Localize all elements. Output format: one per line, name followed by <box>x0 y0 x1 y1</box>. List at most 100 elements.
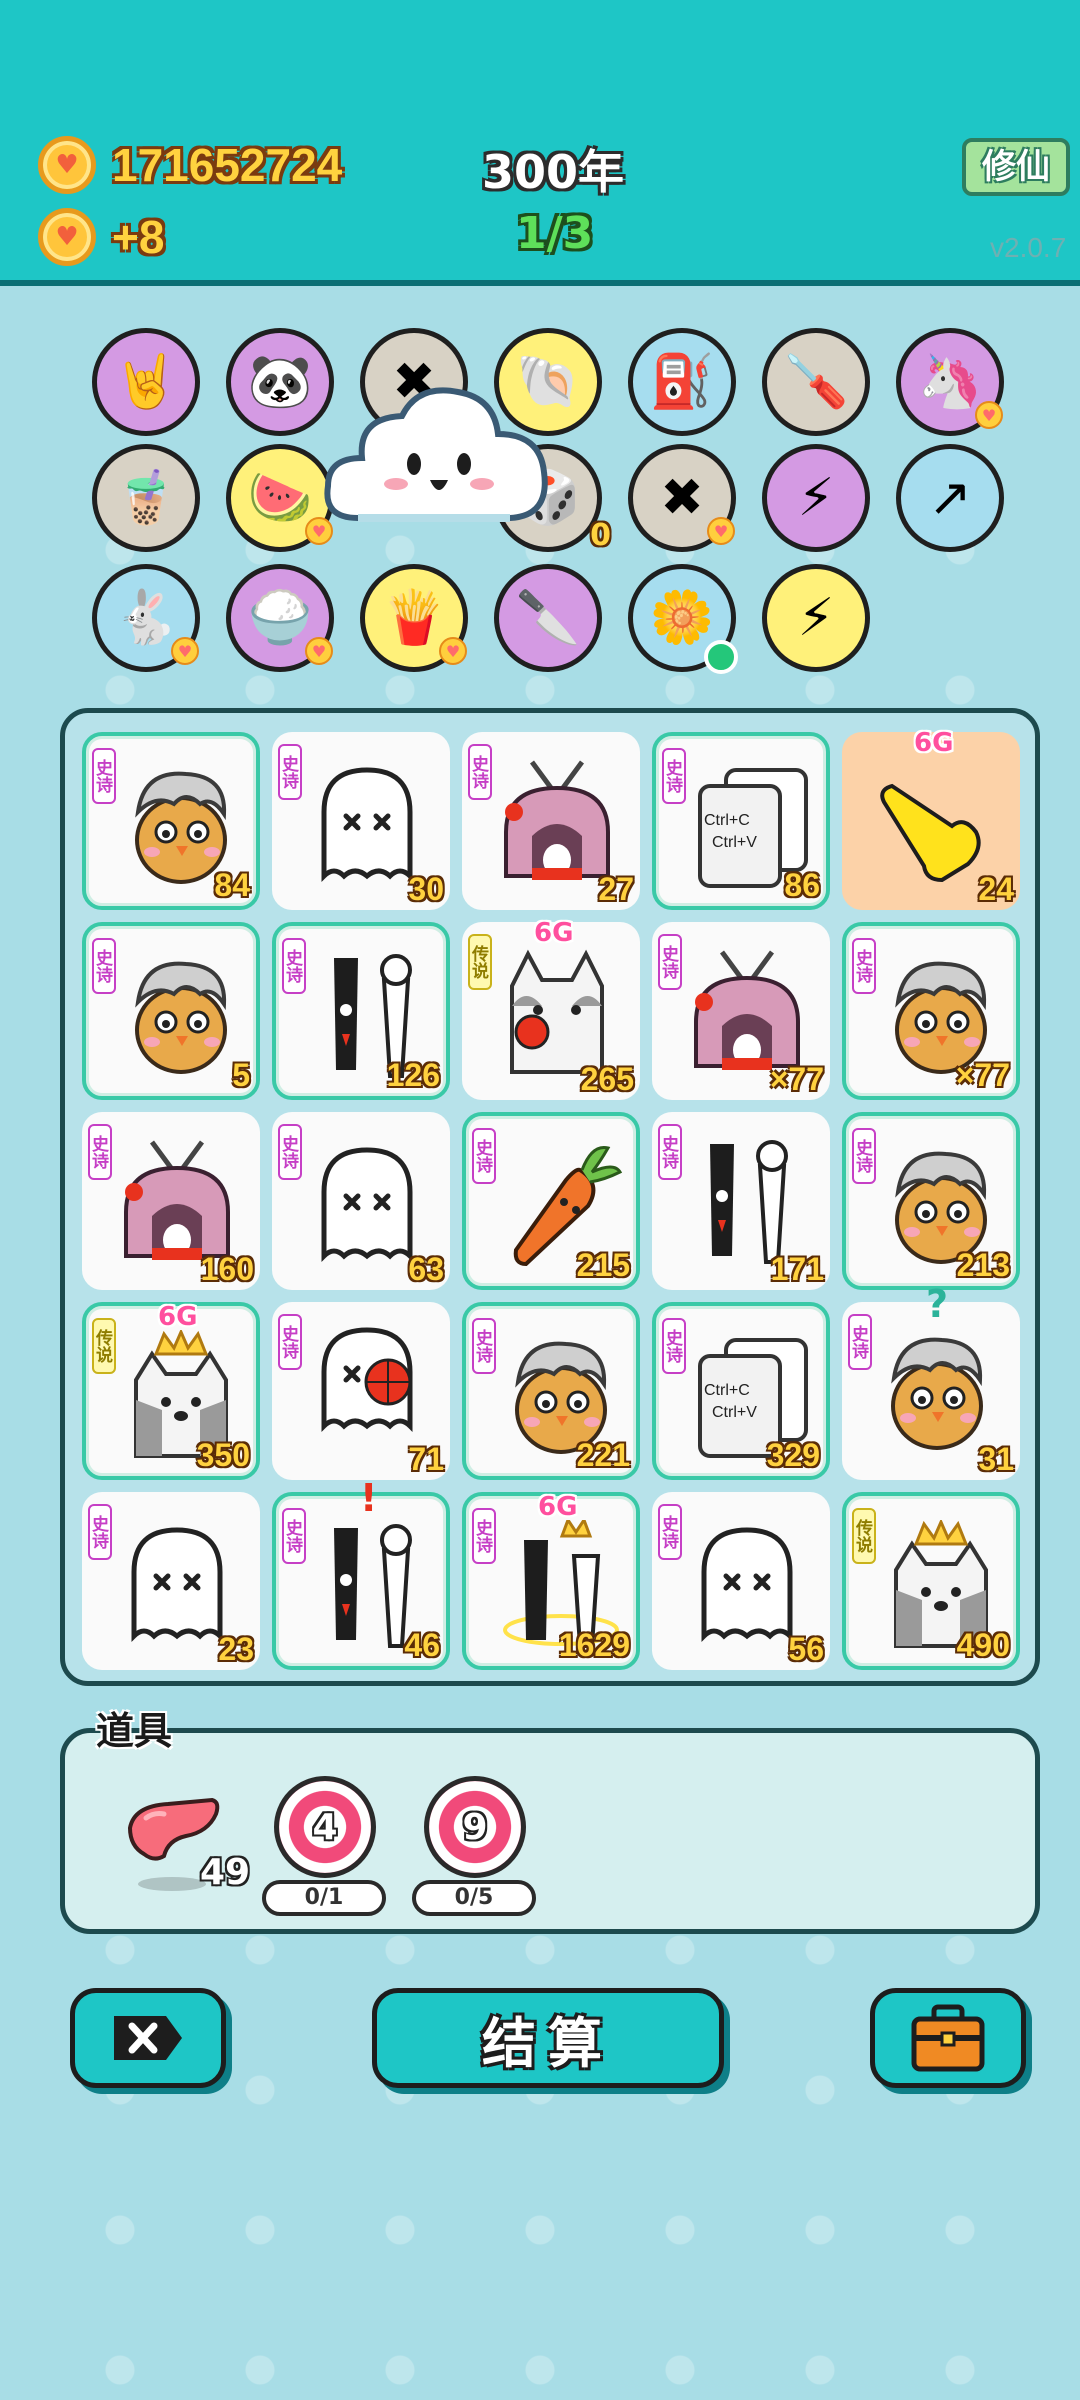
orb-lightning[interactable]: ⚡ <box>762 564 870 672</box>
rarity-badge: 史诗 <box>92 748 116 804</box>
item-card-ghost-pair[interactable]: 史诗 126 <box>272 922 450 1100</box>
rarity-badge: 史诗 <box>658 1504 682 1560</box>
rarity-badge: 史诗 <box>88 1504 112 1560</box>
heart-coin-icon: ♥ <box>38 136 96 194</box>
rice-bowl-icon: 🍚 <box>247 588 313 648</box>
fries-icon: 🍟 <box>381 588 447 648</box>
orb-screwdriver[interactable]: 🪛 <box>762 328 870 436</box>
target-progress-2: 0/5 <box>412 1880 536 1916</box>
item-card-ghost-ball[interactable]: 史诗 71 <box>272 1302 450 1480</box>
copy-paste-label: Ctrl+C Ctrl+V <box>704 1380 794 1424</box>
rarity-badge: 史诗 <box>852 938 876 994</box>
target-prop-2[interactable]: 9 <box>424 1776 526 1878</box>
orb-cleaver[interactable]: 🔪 <box>494 564 602 672</box>
remove-button[interactable] <box>70 1988 226 2088</box>
cultivate-button[interactable]: 修仙 <box>962 138 1070 196</box>
ghost-icon <box>321 1147 413 1263</box>
orb-pump[interactable]: ⛽ <box>628 328 736 436</box>
target-number: 9 <box>462 1806 488 1848</box>
item-card-copy-paste[interactable]: Ctrl+C Ctrl+V 史诗 86 <box>652 732 830 910</box>
item-card-bird[interactable]: 史诗 84 <box>82 732 260 910</box>
item-card-bird[interactable]: 史诗? 31 <box>842 1282 1020 1480</box>
rarity-badge: 史诗 <box>472 1128 496 1184</box>
item-count: 160 <box>200 1251 254 1287</box>
coin-counter: ♥ 171652724 <box>38 136 342 194</box>
orb-count: 0 <box>590 518 611 553</box>
year-counter: 300年 <box>482 145 625 199</box>
paste-label: Ctrl+V <box>712 834 757 851</box>
item-card-bird[interactable]: 史诗 221 <box>462 1302 640 1480</box>
item-card-ghost[interactable]: 史诗 56 <box>652 1492 830 1670</box>
item-card-bird[interactable]: 史诗 5 <box>82 922 260 1100</box>
item-count: 86 <box>784 867 820 903</box>
rarity-badge: 史诗 <box>468 744 492 800</box>
copy-paste-label: Ctrl+C Ctrl+V <box>704 810 794 854</box>
question-mark: ? <box>926 1282 949 1326</box>
item-card-husky-crown[interactable]: 传说 6G 350 <box>82 1302 260 1480</box>
rock-hand-icon: 🤘 <box>113 352 179 412</box>
tag-6g: 6G <box>158 1302 198 1332</box>
item-count: ×77 <box>955 1057 1010 1093</box>
rarity-badge: 史诗 <box>88 1124 112 1180</box>
coin-gain: +8 <box>112 211 165 263</box>
orb-bubble-tea[interactable]: 🧋 <box>92 444 200 552</box>
bubble-tea-icon: 🧋 <box>113 468 179 528</box>
item-card-bird[interactable]: 史诗 213 <box>842 1112 1020 1290</box>
rabbit-icon: 🐇 <box>113 588 179 648</box>
item-card-rabbit-house[interactable]: 史诗 27 <box>462 732 640 910</box>
ghost-icon <box>701 1527 793 1643</box>
target-prop-1[interactable]: 4 <box>274 1776 376 1878</box>
coin-total: 171652724 <box>112 139 343 191</box>
item-card-copy-paste[interactable]: Ctrl+C Ctrl+V 史诗 329 <box>652 1302 830 1480</box>
target-number: 4 <box>312 1806 338 1848</box>
close-tag-icon <box>114 2016 182 2060</box>
arrow-card-icon: ↗ <box>928 468 972 528</box>
heart-badge-icon: ♥ <box>171 637 199 665</box>
orb-rice-bowl[interactable]: 🍚 ♥ <box>226 564 334 672</box>
heart-badge-icon: ♥ <box>707 517 735 545</box>
item-card-husky-crown[interactable]: 传说 490 <box>842 1492 1020 1670</box>
pump-icon: ⛽ <box>649 352 715 412</box>
item-count: 329 <box>766 1437 820 1473</box>
item-card-ghost-pair-crown[interactable]: 史诗 6G 1629 <box>462 1492 640 1670</box>
item-card-bird[interactable]: 史诗 ×77 <box>842 922 1020 1100</box>
orb-rabbit[interactable]: 🐇 ♥ <box>92 564 200 672</box>
item-card-ghost[interactable]: 史诗 23 <box>82 1492 260 1670</box>
pointing-hand-icon <box>880 783 981 883</box>
rarity-badge: 史诗 <box>662 748 686 804</box>
item-count: 350 <box>196 1437 250 1473</box>
item-card-carrot[interactable]: 史诗 215 <box>462 1112 640 1290</box>
orb-close-tag[interactable]: ✖ ♥ <box>628 444 736 552</box>
settle-button[interactable]: 结算 <box>372 1988 724 2088</box>
item-card-rabbit-house[interactable]: 史诗 160 <box>82 1112 260 1290</box>
item-card-ghost-pair[interactable]: 史诗! 46 <box>272 1476 450 1670</box>
item-card-ghost[interactable]: 史诗 30 <box>272 732 450 910</box>
item-count: 24 <box>978 871 1014 907</box>
item-card-husky[interactable]: 传说 6G 265 <box>462 918 640 1100</box>
item-card-rabbit-house[interactable]: 史诗 ×77 <box>652 922 830 1100</box>
orb-fries[interactable]: 🍟 ♥ <box>360 564 468 672</box>
target-progress-1: 0/1 <box>262 1880 386 1916</box>
orb-unicorns[interactable]: 🦄 ♥ <box>896 328 1004 436</box>
rarity-badge: 史诗 <box>662 1318 686 1374</box>
orb-bird-lightning[interactable]: ⚡ <box>762 444 870 552</box>
orb-arrow-card[interactable]: ↗ <box>896 444 1004 552</box>
item-card-ghost-pair[interactable]: 史诗 171 <box>652 1112 830 1290</box>
rarity-badge: 史诗 <box>92 938 116 994</box>
rarity-badge: 史诗 <box>278 744 302 800</box>
orb-rock-hand[interactable]: 🤘 <box>92 328 200 436</box>
status-dot <box>704 640 738 674</box>
item-card-ghost[interactable]: 史诗 63 <box>272 1112 450 1290</box>
item-count: 23 <box>218 1631 254 1667</box>
exclamation-mark: ! <box>360 1476 378 1520</box>
bird-lightning-icon: ⚡ <box>797 468 835 528</box>
item-count: 5 <box>232 1057 250 1093</box>
item-count: 31 <box>978 1441 1014 1477</box>
rarity-badge: 史诗 <box>852 1128 876 1184</box>
item-count: 126 <box>386 1057 440 1093</box>
item-card-pointing-hand[interactable]: 6G 24 <box>842 728 1020 910</box>
backpack-button[interactable] <box>870 1988 1026 2088</box>
rarity-badge: 史诗 <box>658 934 682 990</box>
rarity-badge: 史诗 <box>278 1314 302 1370</box>
close-tag-icon: ✖ <box>660 468 704 528</box>
